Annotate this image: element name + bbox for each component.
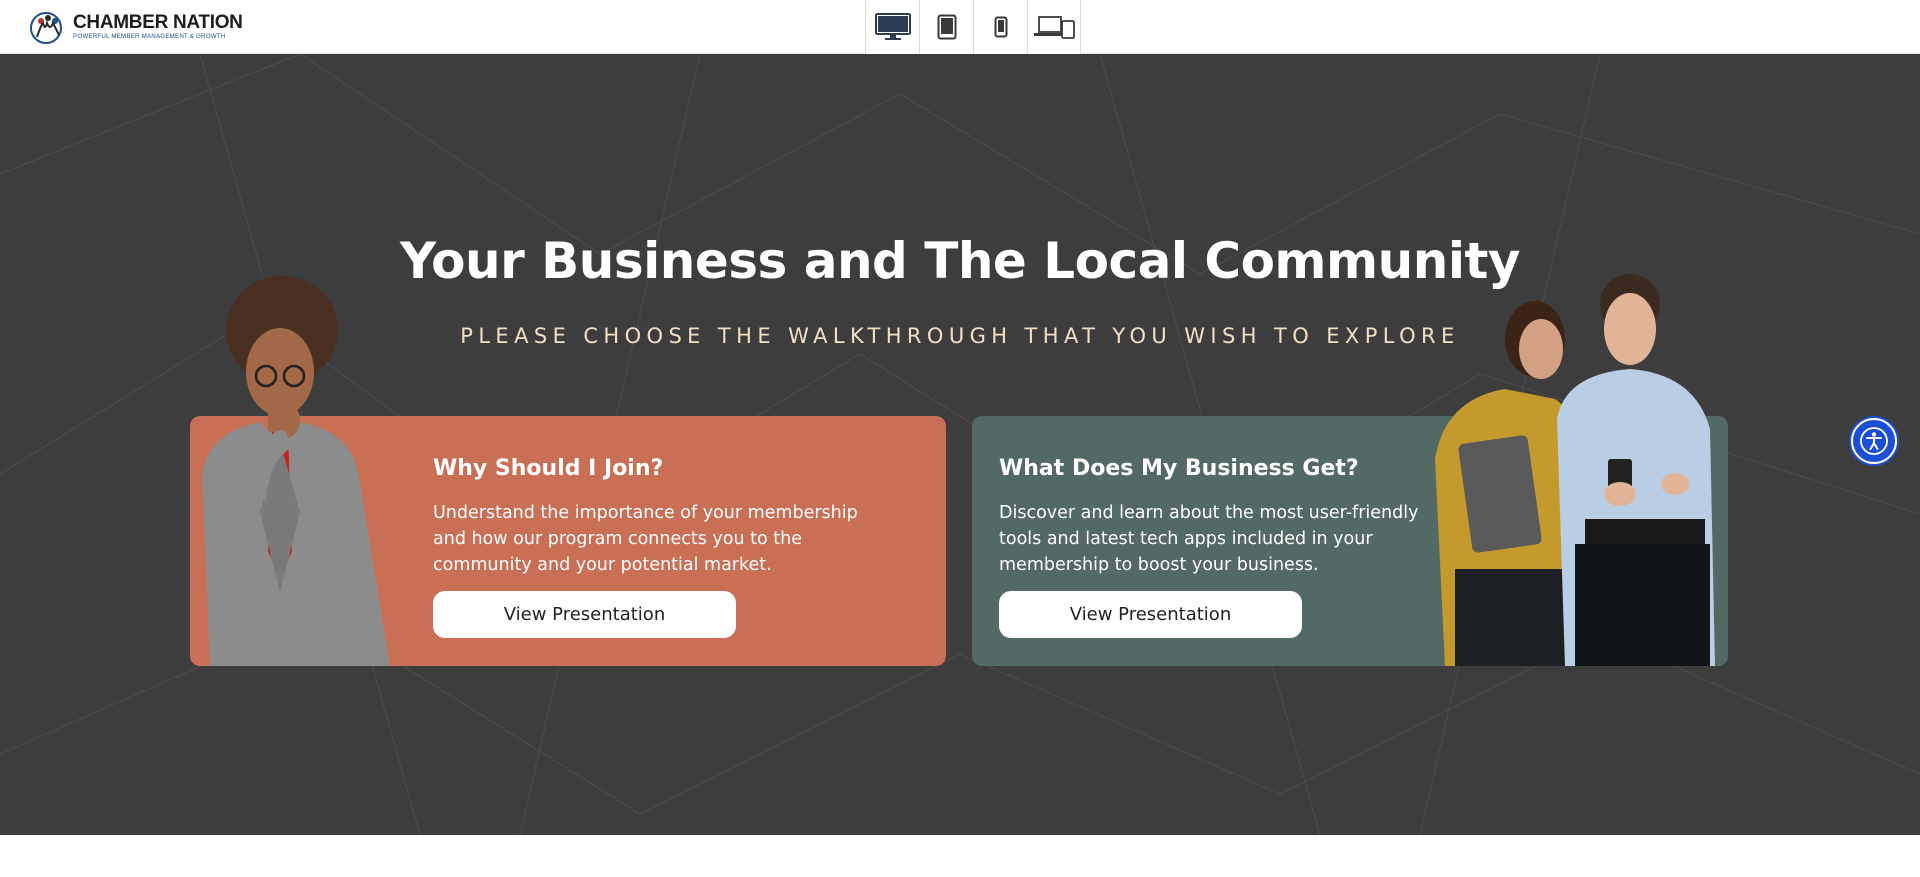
mobile-view-button[interactable] — [973, 0, 1027, 54]
view-presentation-button[interactable]: View Presentation — [999, 591, 1302, 638]
tablet-icon — [937, 14, 956, 40]
card-description: Discover and learn about the most user-f… — [999, 503, 1419, 575]
all-devices-view-button[interactable] — [1027, 0, 1081, 54]
accessibility-button[interactable] — [1851, 418, 1897, 464]
multi-device-icon — [1034, 16, 1075, 39]
business-people-image — [1435, 274, 1715, 666]
desktop-icon — [874, 13, 911, 40]
logo-tagline: POWERFUL MEMBER MANAGEMENT & GROWTH — [73, 33, 226, 41]
tablet-view-button[interactable] — [919, 0, 973, 54]
accessibility-icon — [1860, 427, 1888, 455]
card-title: What Does My Business Get? — [999, 456, 1359, 481]
top-bar: CHAMBER NATION POWERFUL MEMBER MANAGEMEN… — [0, 0, 1920, 54]
view-presentation-button[interactable]: View Presentation — [433, 591, 736, 638]
card-description: Understand the importance of your member… — [433, 503, 858, 575]
thinking-woman-image — [202, 276, 390, 666]
chamber-nation-logo[interactable]: CHAMBER NATION POWERFUL MEMBER MANAGEMEN… — [27, 9, 243, 45]
desktop-view-button[interactable] — [865, 0, 919, 54]
logo-mark-icon — [30, 12, 62, 44]
hero-section: Your Business and The Local Community PL… — [0, 54, 1920, 835]
device-switcher — [865, 0, 1081, 54]
logo-name: CHAMBER NATION — [73, 12, 243, 34]
card-title: Why Should I Join? — [433, 456, 664, 481]
mobile-icon — [994, 16, 1007, 38]
